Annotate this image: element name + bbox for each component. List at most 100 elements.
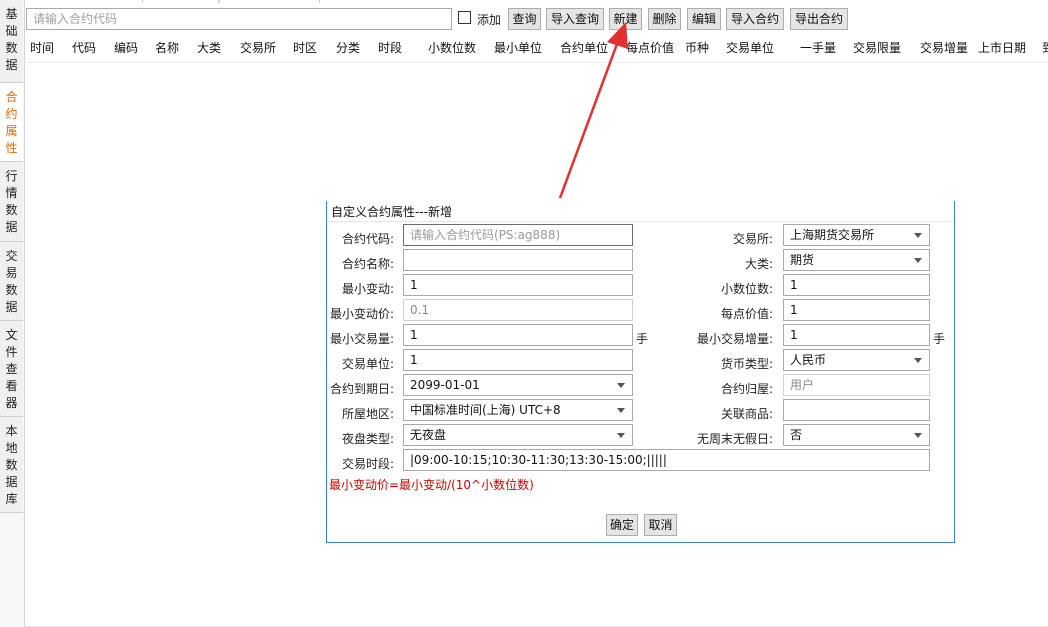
- import-contract-button[interactable]: 导入合约: [726, 8, 784, 30]
- expiry-date-value: 2099-01-01: [410, 378, 480, 392]
- min-change-input[interactable]: 1: [403, 274, 633, 296]
- new-button[interactable]: 新建: [609, 8, 642, 30]
- add-checkbox-label: 添加: [477, 13, 502, 27]
- min-trade-qty-input[interactable]: 1: [403, 324, 633, 346]
- min-trade-increment-input[interactable]: 1: [783, 324, 930, 346]
- column-header[interactable]: 分类: [336, 39, 360, 56]
- sidebar-tab-local-database[interactable]: 本地数据库: [0, 417, 23, 513]
- sidebar-tab-label: 基础数据: [5, 7, 18, 72]
- expiry-date-picker[interactable]: 2099-01-01: [403, 374, 633, 396]
- min-trade-increment-label: 最小交易增量:: [696, 332, 773, 346]
- trade-unit-label: 交易单位:: [341, 357, 394, 371]
- column-header[interactable]: 到: [1042, 39, 1048, 56]
- night-type-label: 夜盘类型:: [341, 432, 394, 446]
- column-header[interactable]: 时间: [30, 39, 54, 56]
- add-checkbox[interactable]: [458, 11, 471, 24]
- column-header[interactable]: 编码: [114, 39, 138, 56]
- currency-value: 人民币: [790, 353, 827, 367]
- contract-properties-dialog: 自定义合约属性---新增 合约代码: 请输入合约代码(PS:ag888) 合约名…: [326, 201, 955, 543]
- min-change-price-label: 最小变动价:: [329, 307, 394, 321]
- decimal-places-input[interactable]: 1: [783, 274, 930, 296]
- exchange-select[interactable]: 上海期货交易所: [783, 224, 930, 246]
- sidebar-tab-label: 文件查看器: [5, 328, 18, 410]
- night-type-select[interactable]: 无夜盘: [403, 424, 633, 446]
- import-query-button[interactable]: 导入查询: [546, 8, 604, 30]
- no-weekend-holiday-label: 无周末无假日:: [696, 432, 773, 446]
- region-label: 所屋地区:: [341, 407, 394, 421]
- delete-button[interactable]: 删除: [648, 8, 681, 30]
- trading-session-label: 交易时段:: [341, 457, 394, 471]
- column-header[interactable]: 每点价值: [626, 39, 674, 56]
- sidebar-tab-label: 本地数据库: [5, 424, 18, 506]
- top-tab[interactable]: [142, 0, 220, 3]
- sidebar-tab-file-viewer[interactable]: 文件查看器: [0, 321, 23, 417]
- related-product-input[interactable]: [783, 399, 930, 421]
- sidebar-tab-contract-properties[interactable]: 合约属性: [0, 83, 23, 162]
- no-weekend-holiday-value: 否: [790, 428, 803, 442]
- sidebar-tab-trade-data[interactable]: 交易数据: [0, 242, 23, 321]
- confirm-button[interactable]: 确定: [606, 514, 638, 536]
- ownership-label: 合约归屋:: [720, 382, 773, 396]
- column-header[interactable]: 交易所: [240, 39, 276, 56]
- min-change-label: 最小变动:: [341, 282, 394, 296]
- exchange-label: 交易所:: [732, 232, 773, 246]
- dialog-title: 自定义合约属性---新增: [331, 205, 452, 219]
- currency-label: 货币类型:: [720, 357, 773, 371]
- category-value: 期货: [790, 253, 815, 267]
- vertical-tab-bar: 基础数据 合约属性 行情数据 交易数据 文件查看器 本地数据库: [0, 0, 25, 627]
- top-tab-strip: [24, 0, 1048, 4]
- column-header[interactable]: 小数位数: [428, 39, 476, 56]
- region-value: 中国标准时间(上海) UTC+8: [410, 403, 561, 417]
- night-type-value: 无夜盘: [410, 428, 447, 442]
- column-header[interactable]: 代码: [72, 39, 96, 56]
- contract-name-input[interactable]: [403, 249, 633, 271]
- no-weekend-holiday-select[interactable]: 否: [783, 424, 930, 446]
- chevron-down-icon: [914, 358, 922, 363]
- expiry-date-label: 合约到期日:: [329, 382, 394, 396]
- column-header[interactable]: 交易单位: [726, 39, 774, 56]
- column-header[interactable]: 大类: [197, 39, 221, 56]
- column-header[interactable]: 上市日期: [978, 39, 1026, 56]
- ownership-input: 用户: [783, 374, 930, 396]
- column-header[interactable]: 名称: [155, 39, 179, 56]
- column-header[interactable]: 最小单位: [494, 39, 542, 56]
- contract-name-label: 合约名称:: [341, 257, 394, 271]
- column-header[interactable]: 一手量: [800, 39, 836, 56]
- dialog-title-divider: [327, 221, 954, 222]
- column-header[interactable]: 币种: [685, 39, 709, 56]
- cancel-button[interactable]: 取消: [644, 514, 677, 536]
- column-header[interactable]: 交易限量: [853, 39, 901, 56]
- trading-session-input[interactable]: |09:00-10:15;10:30-11:30;13:30-15:00;|||…: [403, 449, 930, 471]
- min-trade-qty-unit: 手: [636, 332, 649, 346]
- chevron-down-icon: [914, 258, 922, 263]
- category-label: 大类:: [744, 257, 773, 271]
- sidebar-tab-label: 合约属性: [5, 90, 18, 155]
- top-tab[interactable]: [218, 0, 320, 3]
- contract-code-input[interactable]: 请输入合约代码(PS:ag888): [403, 224, 633, 246]
- table-header: 时间 代码 编码 名称 大类 交易所 时区 分类 时段 小数位数 最小单位 合约…: [24, 36, 1048, 63]
- currency-select[interactable]: 人民币: [783, 349, 930, 371]
- column-header[interactable]: 合约单位: [560, 39, 608, 56]
- export-contract-button[interactable]: 导出合约: [790, 8, 848, 30]
- point-value-input[interactable]: 1: [783, 299, 930, 321]
- contract-code-label: 合约代码:: [341, 232, 394, 246]
- decimal-places-label: 小数位数:: [720, 282, 773, 296]
- chevron-down-icon: [617, 408, 625, 413]
- related-product-label: 关联商品:: [720, 407, 773, 421]
- column-header[interactable]: 时区: [293, 39, 317, 56]
- column-header[interactable]: 时段: [378, 39, 402, 56]
- exchange-value: 上海期货交易所: [790, 228, 875, 242]
- trade-unit-input[interactable]: 1: [403, 349, 633, 371]
- sidebar-tab-market-data[interactable]: 行情数据: [0, 162, 23, 242]
- contract-code-search-input[interactable]: [26, 8, 452, 30]
- chevron-down-icon: [617, 383, 625, 388]
- query-button[interactable]: 查询: [508, 8, 541, 30]
- formula-hint: 最小变动价=最小变动/(10^小数位数): [329, 478, 534, 492]
- category-select[interactable]: 期货: [783, 249, 930, 271]
- chevron-down-icon: [914, 233, 922, 238]
- region-select[interactable]: 中国标准时间(上海) UTC+8: [403, 399, 633, 421]
- point-value-label: 每点价值:: [720, 307, 773, 321]
- column-header[interactable]: 交易增量: [920, 39, 968, 56]
- sidebar-tab-basic-data[interactable]: 基础数据: [0, 0, 23, 83]
- edit-button[interactable]: 编辑: [687, 8, 721, 30]
